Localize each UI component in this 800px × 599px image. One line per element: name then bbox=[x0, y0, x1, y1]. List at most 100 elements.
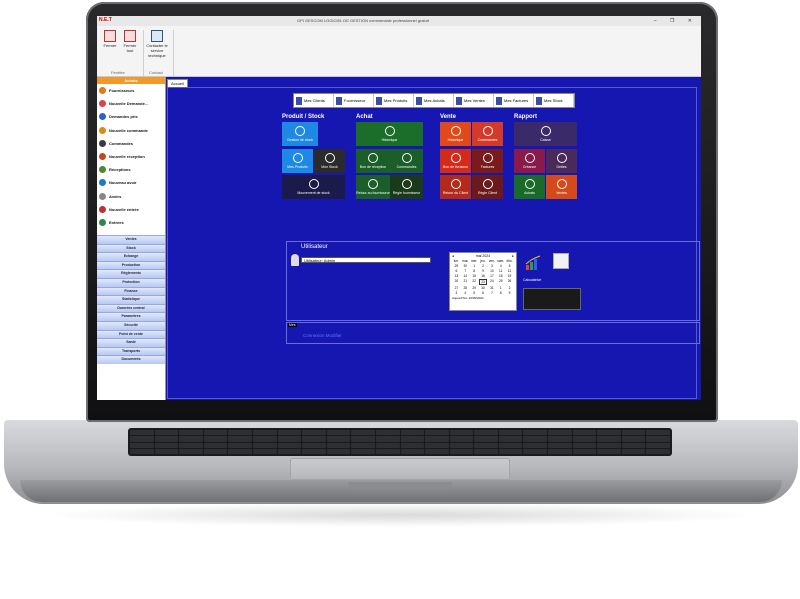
calendar-day[interactable]: 8 bbox=[496, 291, 505, 295]
sidebar-category[interactable]: Point de vente bbox=[97, 329, 165, 339]
calendar-day[interactable]: 3 bbox=[452, 291, 461, 295]
calendar-day[interactable]: 21 bbox=[461, 279, 470, 285]
calendar[interactable]: ◂ mai 2024 ▸ lun. mar. mer. jeu. ven. sam. dim… bbox=[449, 252, 517, 311]
calendar-day[interactable]: 23 bbox=[478, 279, 488, 285]
tile-produit[interactable]: Mouvement de stock bbox=[282, 175, 345, 199]
tile-rapport[interactable]: Achats bbox=[514, 175, 545, 199]
calendar-day[interactable]: 12 bbox=[505, 269, 514, 273]
close-all-button[interactable]: Fermer tout bbox=[121, 30, 139, 53]
calendar-day[interactable]: 1 bbox=[496, 286, 505, 290]
calendar-day[interactable]: 20 bbox=[452, 279, 461, 285]
calendar-day[interactable]: 29 bbox=[452, 264, 461, 268]
calendar-day[interactable]: 22 bbox=[470, 279, 479, 285]
tile-vente[interactable]: Bon de livraison bbox=[440, 149, 471, 173]
toolbar-button[interactable]: Mes Produits bbox=[374, 94, 414, 107]
user-name-field[interactable]: Utilisateur: Admin bbox=[301, 257, 431, 263]
calendar-day[interactable]: 10 bbox=[487, 269, 496, 273]
toolbar-button[interactable]: Mes Clients bbox=[294, 94, 334, 107]
close-button[interactable]: Fermer bbox=[101, 30, 119, 48]
tile-produit[interactable]: Mes Produits bbox=[282, 149, 313, 173]
calendar-day[interactable]: 5 bbox=[470, 291, 479, 295]
tile-achat[interactable]: Bon de réception bbox=[356, 149, 390, 173]
toolbar-button[interactable]: Mes Stock bbox=[534, 94, 574, 107]
calendar-prev-icon[interactable]: ◂ bbox=[452, 254, 454, 258]
calendar-day[interactable]: 6 bbox=[479, 291, 488, 295]
calendar-day[interactable]: 7 bbox=[487, 291, 496, 295]
sidebar-category[interactable]: Transports bbox=[97, 346, 165, 356]
tile-vente[interactable]: Factures bbox=[472, 149, 503, 173]
tile-rapport[interactable]: Créance bbox=[514, 149, 545, 173]
calendar-day[interactable]: 6 bbox=[452, 269, 461, 273]
calendar-day[interactable]: 31 bbox=[487, 286, 496, 290]
sidebar-item[interactable]: Nouveau avoir bbox=[97, 176, 165, 189]
sidebar-category[interactable]: Sécurité bbox=[97, 321, 165, 330]
calendar-next-icon[interactable]: ▸ bbox=[512, 254, 514, 258]
calendar-day[interactable]: 24 bbox=[487, 279, 496, 285]
sidebar-category[interactable]: Statistique bbox=[97, 295, 165, 304]
sidebar-category[interactable]: Production bbox=[97, 260, 165, 270]
tile-vente[interactable]: Historique bbox=[440, 122, 471, 146]
sidebar-category[interactable]: Données central bbox=[97, 303, 165, 313]
sidebar-category[interactable]: Règlements bbox=[97, 269, 165, 279]
calendar-day[interactable]: 29 bbox=[470, 286, 479, 290]
sidebar-item[interactable]: Fournisseurs bbox=[97, 84, 165, 97]
sidebar-category[interactable]: Paramètres bbox=[97, 312, 165, 321]
calendar-day[interactable]: 28 bbox=[461, 286, 470, 290]
calendar-day[interactable]: 30 bbox=[461, 264, 470, 268]
tile-rapport[interactable]: Ventes bbox=[546, 175, 577, 199]
tile-rapport[interactable]: Dettes bbox=[546, 149, 577, 173]
sidebar-item[interactable]: Nouvelle réception bbox=[97, 150, 165, 163]
calendar-day[interactable]: 5 bbox=[505, 264, 514, 268]
sidebar-item[interactable]: Avoirs bbox=[97, 190, 165, 203]
calendar-day[interactable]: 4 bbox=[461, 291, 470, 295]
tile-achat[interactable]: Règle fournisseur bbox=[390, 175, 423, 199]
sidebar-category[interactable]: Protection bbox=[97, 278, 165, 287]
calendar-day[interactable]: 14 bbox=[461, 274, 470, 278]
calendar-day[interactable]: 3 bbox=[487, 264, 496, 268]
tile-achat[interactable]: Retour au fournisseur bbox=[356, 175, 390, 199]
tile-vente[interactable]: Retour du Client bbox=[440, 175, 471, 199]
calendar-day[interactable]: 2 bbox=[505, 286, 514, 290]
calendar-day[interactable]: 11 bbox=[496, 269, 505, 273]
calendar-day[interactable]: 30 bbox=[479, 286, 488, 290]
connection-link[interactable]: Connexion Modifier bbox=[303, 333, 342, 338]
calendar-day[interactable]: 15 bbox=[470, 274, 479, 278]
sidebar-item[interactable]: Entrées bbox=[97, 216, 165, 229]
calendar-day[interactable]: 1 bbox=[470, 264, 479, 268]
toolbar-button[interactable]: Mes Achats bbox=[414, 94, 454, 107]
tile-achat[interactable]: Historique bbox=[356, 122, 423, 146]
tile-achat[interactable]: Commandes bbox=[390, 149, 423, 173]
toolbar-button[interactable]: Mes Factures bbox=[494, 94, 534, 107]
sidebar-header[interactable]: Achats bbox=[97, 77, 165, 84]
sidebar-category[interactable]: Santé bbox=[97, 338, 165, 347]
contact-support-button[interactable]: Contacter le service technique bbox=[145, 30, 169, 58]
sidebar-category[interactable]: Finance bbox=[97, 286, 165, 296]
tile-vente[interactable]: Règle Client bbox=[472, 175, 503, 199]
calendar-day[interactable]: 8 bbox=[470, 269, 479, 273]
calendar-day[interactable]: 18 bbox=[496, 274, 505, 278]
statistics-chart-icon[interactable] bbox=[525, 255, 541, 271]
sidebar-item[interactable]: Nouvelle Demande… bbox=[97, 97, 165, 110]
calendar-day[interactable]: 17 bbox=[487, 274, 496, 278]
sidebar-item[interactable]: Demandes prix bbox=[97, 110, 165, 123]
tile-produit[interactable]: Gestion de stock bbox=[282, 122, 318, 146]
calculator-icon[interactable] bbox=[553, 253, 569, 269]
window-controls[interactable]: – ❐ ✕ bbox=[654, 18, 698, 24]
sidebar-item[interactable]: Commandes bbox=[97, 137, 165, 150]
calendar-day[interactable]: 4 bbox=[496, 264, 505, 268]
calendar-day[interactable]: 9 bbox=[505, 291, 514, 295]
calendar-day[interactable]: 25 bbox=[496, 279, 505, 285]
sidebar-item[interactable]: Nouvelle commande bbox=[97, 124, 165, 137]
calendar-day[interactable]: 19 bbox=[505, 274, 514, 278]
calendar-day[interactable]: 26 bbox=[505, 279, 514, 285]
sidebar-item[interactable]: Nouvelle entrée bbox=[97, 203, 165, 216]
calendar-day[interactable]: 13 bbox=[452, 274, 461, 278]
calendar-day[interactable]: 2 bbox=[479, 264, 488, 268]
sidebar-category[interactable]: Stock bbox=[97, 243, 165, 253]
sidebar-category[interactable]: Documents bbox=[97, 355, 165, 364]
calendar-day[interactable]: 7 bbox=[461, 269, 470, 273]
sidebar-category[interactable]: Ventes bbox=[97, 235, 165, 244]
sidebar-item[interactable]: Réceptions bbox=[97, 163, 165, 176]
tile-rapport[interactable]: Caisse bbox=[514, 122, 577, 146]
calendar-day[interactable]: 9 bbox=[479, 269, 488, 273]
